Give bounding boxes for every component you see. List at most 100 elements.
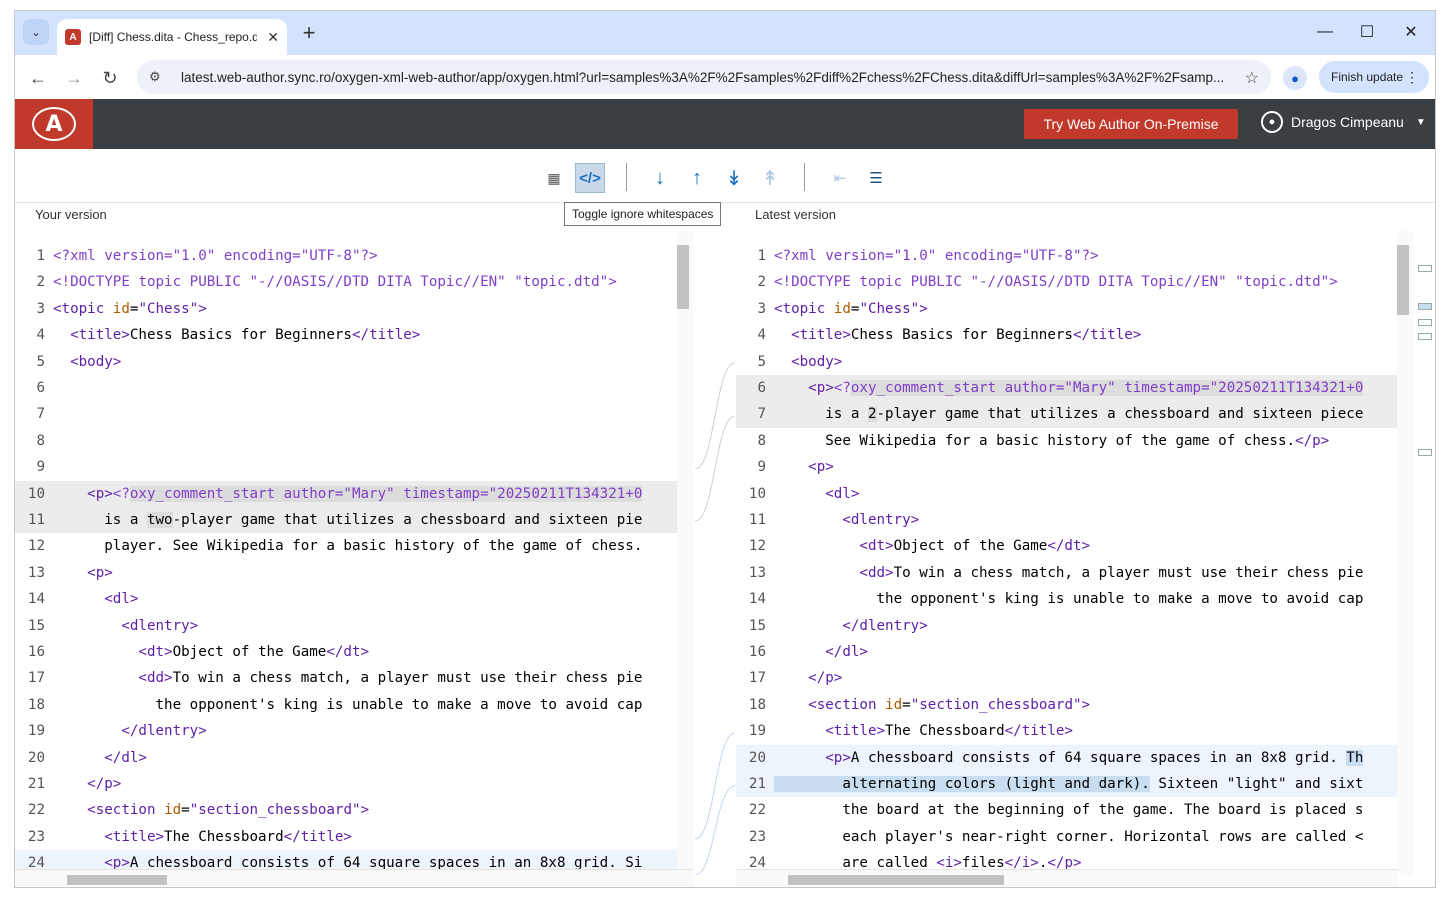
first-change-icon[interactable]: ↟ (755, 163, 785, 193)
code-line[interactable]: 9 <p> (736, 454, 1398, 480)
code-text[interactable]: <dt>Object of the Game</dt> (49, 639, 369, 665)
code-text[interactable] (49, 454, 53, 480)
overview-change-marker[interactable] (1418, 319, 1432, 326)
code-text[interactable]: <p> (49, 560, 113, 586)
code-line[interactable]: 6 (15, 375, 693, 401)
code-text[interactable]: </dlentry> (770, 613, 927, 639)
overview-change-marker[interactable] (1418, 265, 1432, 272)
code-text[interactable]: alternating colors (light and dark). Six… (770, 771, 1363, 797)
code-text[interactable]: </dl> (770, 639, 868, 665)
code-text[interactable]: <title>Chess Basics for Beginners</title… (49, 322, 420, 348)
overview-change-marker[interactable] (1418, 449, 1432, 456)
right-scroll-thumb[interactable] (1397, 245, 1409, 315)
code-line[interactable]: 2 <!DOCTYPE topic PUBLIC "-//OASIS//DTD D… (15, 269, 693, 295)
code-text[interactable] (49, 428, 53, 454)
code-text[interactable]: <p> (770, 454, 834, 480)
right-hscroll-thumb[interactable] (788, 875, 1004, 885)
code-line[interactable]: 8 See Wikipedia for a basic history of t… (736, 428, 1398, 454)
left-hscroll-thumb[interactable] (67, 875, 167, 885)
code-line[interactable]: 17 </p> (736, 665, 1398, 691)
finish-update-button[interactable]: Finish update ⋮ (1319, 61, 1429, 93)
code-line[interactable]: 4 <title>Chess Basics for Beginners</tit… (15, 322, 693, 348)
code-line[interactable]: 13 <dd>To win a chess match, a player mu… (736, 560, 1398, 586)
code-line[interactable]: 5 <body> (736, 349, 1398, 375)
code-text[interactable]: the board at the beginning of the game. … (770, 797, 1363, 823)
code-text[interactable]: <topic id="Chess"> (770, 296, 928, 322)
last-change-icon[interactable]: ↡ (719, 163, 749, 193)
code-text[interactable]: </dl> (49, 745, 147, 771)
bookmark-star-icon[interactable]: ☆ (1245, 68, 1259, 88)
code-text[interactable]: <section id="section_chessboard"> (770, 692, 1090, 718)
code-text[interactable]: <dl> (49, 586, 138, 612)
address-bar[interactable]: ⚙ latest.web-author.sync.ro/oxygen-xml-w… (137, 60, 1271, 94)
oxygen-logo[interactable]: A (15, 99, 93, 149)
code-text[interactable] (49, 375, 53, 401)
reload-icon[interactable]: ↻ (99, 67, 121, 89)
code-line[interactable]: 10 <dl> (736, 481, 1398, 507)
code-text[interactable]: <dd>To win a chess match, a player must … (770, 560, 1363, 586)
right-editor[interactable]: 1 <?xml version="1.0" encoding="UTF-8"?> 2… (736, 231, 1398, 875)
code-line[interactable]: 1 <?xml version="1.0" encoding="UTF-8"?> (15, 243, 693, 269)
code-text[interactable]: <dt>Object of the Game</dt> (770, 533, 1090, 559)
code-text[interactable]: <!DOCTYPE topic PUBLIC "-//OASIS//DTD DI… (770, 269, 1338, 295)
overview-change-marker[interactable] (1418, 303, 1432, 310)
left-scroll-thumb[interactable] (677, 245, 689, 309)
code-text[interactable]: <dl> (770, 481, 859, 507)
code-text[interactable]: <title>The Chessboard</title> (770, 718, 1073, 744)
code-text[interactable]: <dlentry> (770, 507, 919, 533)
code-text[interactable]: <dlentry> (49, 613, 198, 639)
code-line[interactable]: 20 <p>A chessboard consists of 64 square… (736, 744, 1398, 771)
code-text[interactable]: the opponent's king is unable to make a … (49, 692, 642, 718)
copy-change-left-icon[interactable]: ⇤ (825, 163, 855, 193)
code-line[interactable]: 3 <topic id="Chess"> (15, 296, 693, 322)
code-text[interactable]: <!DOCTYPE topic PUBLIC "-//OASIS//DTD DI… (49, 269, 617, 295)
code-text[interactable]: each player's near-right corner. Horizon… (770, 824, 1363, 850)
xml-source-icon[interactable]: </> (575, 163, 605, 193)
code-text[interactable]: <body> (770, 349, 842, 375)
code-line[interactable]: 8 (15, 428, 693, 454)
code-line[interactable]: 20 </dl> (15, 745, 693, 771)
code-line[interactable]: 23 each player's near-right corner. Hori… (736, 824, 1398, 850)
code-line[interactable]: 14 the opponent's king is unable to make… (736, 586, 1398, 612)
code-line[interactable]: 22 the board at the beginning of the gam… (736, 797, 1398, 823)
code-text[interactable]: </p> (770, 665, 842, 691)
code-text[interactable]: <?xml version="1.0" encoding="UTF-8"?> (770, 243, 1099, 269)
diff-overview-ruler[interactable] (1415, 231, 1435, 875)
next-change-icon[interactable]: ↓ (645, 163, 675, 193)
code-text[interactable]: <p>A chessboard consists of 64 square sp… (770, 745, 1364, 771)
code-line[interactable]: 18 <section id="section_chessboard"> (736, 692, 1398, 718)
code-line[interactable]: 16 <dt>Object of the Game</dt> (15, 639, 693, 665)
code-line[interactable]: 9 (15, 454, 693, 480)
previous-change-icon[interactable]: ↑ (682, 163, 712, 193)
maximize-icon[interactable]: ☐ (1347, 19, 1387, 45)
code-line[interactable]: 2 <!DOCTYPE topic PUBLIC "-//OASIS//DTD D… (736, 269, 1398, 295)
code-line[interactable]: 1 <?xml version="1.0" encoding="UTF-8"?> (736, 243, 1398, 269)
code-text[interactable]: <dd>To win a chess match, a player must … (49, 665, 642, 691)
back-icon[interactable]: ← (27, 67, 49, 89)
profile-icon[interactable]: ● (1283, 66, 1307, 90)
code-text[interactable]: <title>Chess Basics for Beginners</title… (770, 322, 1141, 348)
code-text[interactable]: <topic id="Chess"> (49, 296, 207, 322)
code-line[interactable]: 15 <dlentry> (15, 613, 693, 639)
code-text[interactable]: <?xml version="1.0" encoding="UTF-8"?> (49, 243, 378, 269)
try-on-premise-button[interactable]: Try Web Author On-Premise (1024, 109, 1238, 139)
overview-change-marker[interactable] (1418, 333, 1432, 340)
tab-close-icon[interactable]: ✕ (267, 29, 279, 46)
forward-icon[interactable]: → (63, 67, 85, 89)
left-editor[interactable]: 1 <?xml version="1.0" encoding="UTF-8"?> 2… (15, 231, 693, 875)
new-tab-icon[interactable]: + (297, 20, 321, 45)
code-line[interactable]: 19 <title>The Chessboard</title> (736, 718, 1398, 744)
code-line[interactable]: 6 <p><?oxy_comment_start author="Mary" t… (736, 375, 1398, 402)
code-text[interactable]: <p><?oxy_comment_start author="Mary" tim… (770, 375, 1364, 401)
left-vertical-scrollbar[interactable] (677, 231, 693, 875)
code-line[interactable]: 21 </p> (15, 771, 693, 797)
code-line[interactable]: 17 <dd>To win a chess match, a player mu… (15, 665, 693, 691)
code-line[interactable]: 22 <section id="section_chessboard"> (15, 797, 693, 823)
code-line[interactable]: 16 </dl> (736, 639, 1398, 665)
code-line[interactable]: 13 <p> (15, 560, 693, 586)
code-line[interactable]: 14 <dl> (15, 586, 693, 612)
code-text[interactable]: <body> (49, 349, 121, 375)
code-text[interactable]: <p><?oxy_comment_start author="Mary" tim… (49, 481, 643, 507)
code-line[interactable]: 11 is a two-player game that utilizes a … (15, 507, 693, 534)
code-line[interactable]: 7 (15, 401, 693, 427)
